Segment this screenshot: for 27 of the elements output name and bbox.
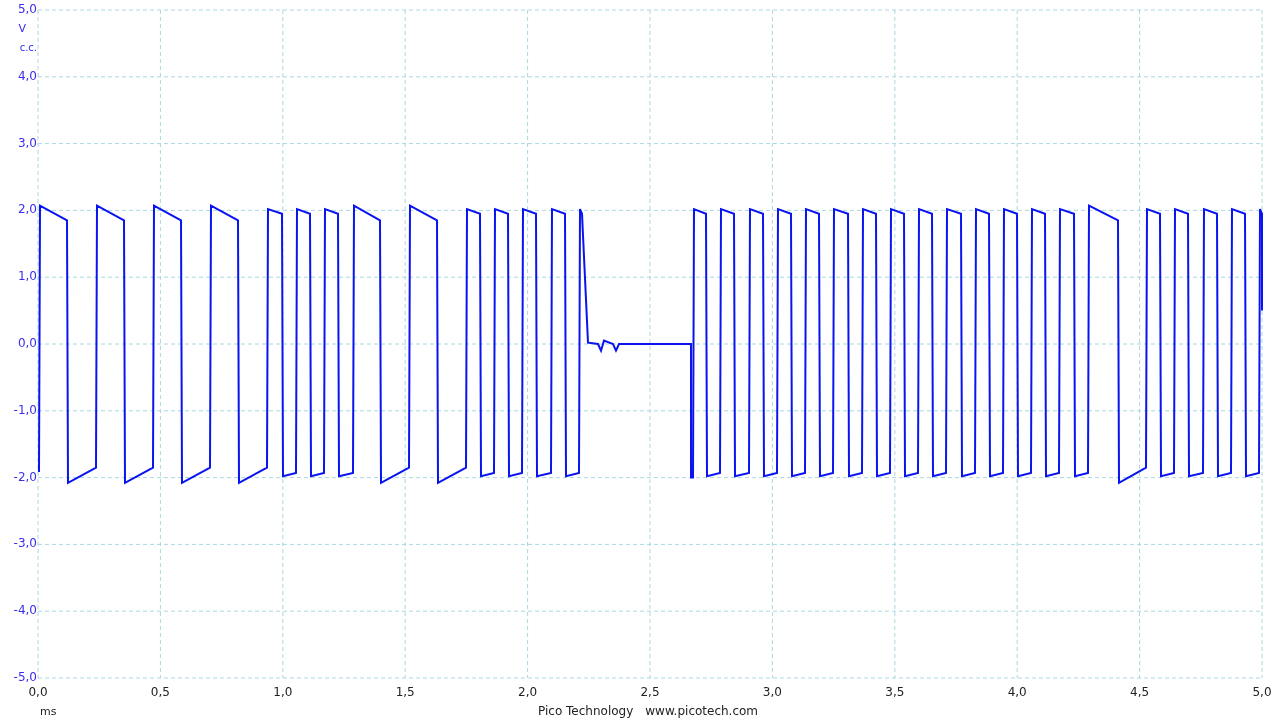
company-name: Pico Technology [538, 704, 634, 718]
coupling-label: c.c. [19, 42, 37, 53]
y-axis-label: 2,0 [17, 202, 37, 217]
y-axis-label: -3,0 [13, 536, 37, 551]
x-axis-label: 1,0 [273, 685, 293, 699]
y-axis-label: 0,0 [17, 336, 37, 351]
x-axis-label: 4,5 [1130, 685, 1150, 699]
x-axis-label: 3,5 [885, 685, 905, 699]
x-axis-label: 4,0 [1007, 685, 1027, 699]
website-text: www.picotech.com [645, 704, 759, 718]
x-axis-label: 2,5 [640, 685, 660, 699]
x-axis-unit: ms [40, 705, 57, 718]
x-axis-label: 0,0 [28, 685, 48, 699]
x-axis-label: 5,0 [1252, 685, 1272, 699]
x-axis-label: 3,0 [762, 685, 782, 699]
x-axis-label: 0,5 [150, 685, 170, 699]
x-axis-label: 1,5 [395, 685, 415, 699]
y-axis-label: -5,0 [13, 670, 37, 685]
y-axis-label: -2,0 [13, 469, 37, 484]
y-axis-unit: V [18, 22, 26, 35]
x-axis-label: 2,0 [518, 685, 538, 699]
y-axis-label: -1,0 [13, 403, 37, 418]
y-axis-label: 5,0 [17, 2, 37, 17]
y-axis-label: 4,0 [17, 69, 37, 84]
y-axis-label: 3,0 [17, 135, 37, 150]
y-axis-label: 1,0 [17, 269, 37, 284]
y-axis-label: -4,0 [13, 603, 37, 618]
